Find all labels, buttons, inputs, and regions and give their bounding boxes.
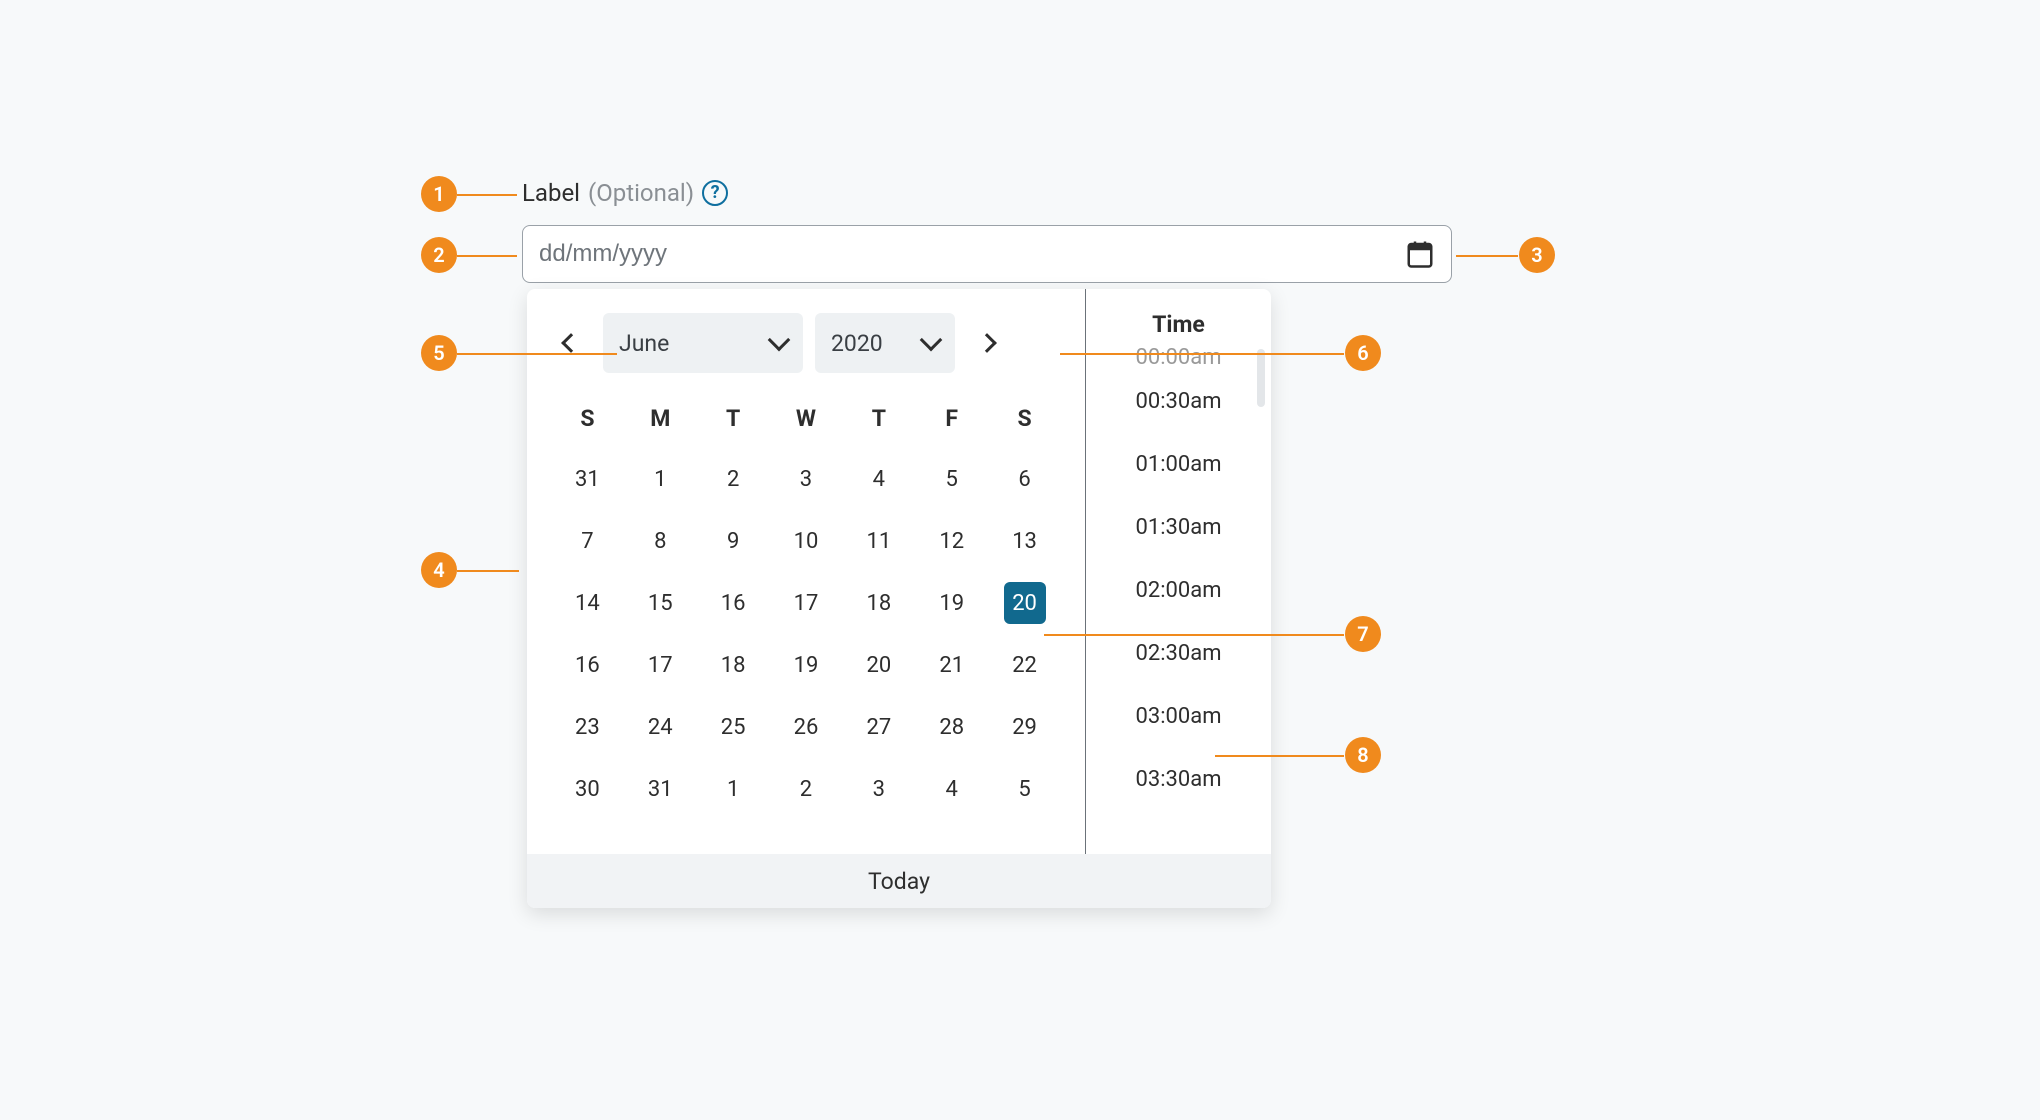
field-optional: (Optional) bbox=[588, 179, 694, 207]
chevron-down-icon bbox=[768, 329, 791, 352]
time-header: Time bbox=[1152, 311, 1205, 338]
day-cell[interactable]: 14 bbox=[551, 572, 624, 634]
day-cell[interactable]: 18 bbox=[697, 634, 770, 696]
day-cell[interactable]: 3 bbox=[770, 448, 843, 510]
annotation-line bbox=[457, 194, 517, 196]
chevron-left-icon bbox=[561, 333, 581, 353]
day-cell[interactable]: 31 bbox=[624, 758, 697, 820]
day-cell[interactable]: 17 bbox=[624, 634, 697, 696]
month-select[interactable]: June bbox=[603, 313, 803, 373]
calendar-icon[interactable] bbox=[1405, 239, 1435, 269]
annotation-badge-1: 1 bbox=[421, 176, 457, 212]
year-select[interactable]: 2020 bbox=[815, 313, 955, 373]
annotation-badge-5: 5 bbox=[421, 335, 457, 371]
annotation-line bbox=[1456, 255, 1518, 257]
day-cell[interactable]: 24 bbox=[624, 696, 697, 758]
year-select-value: 2020 bbox=[831, 330, 883, 357]
date-input[interactable] bbox=[539, 240, 1405, 268]
annotation-line bbox=[1060, 353, 1344, 355]
day-cell[interactable]: 9 bbox=[697, 510, 770, 572]
day-cell[interactable]: 15 bbox=[624, 572, 697, 634]
annotation-line bbox=[457, 570, 519, 572]
month-select-value: June bbox=[619, 330, 669, 357]
time-option[interactable]: 03:30am bbox=[1086, 748, 1271, 811]
day-cell[interactable]: 23 bbox=[551, 696, 624, 758]
day-cell[interactable]: 19 bbox=[770, 634, 843, 696]
next-month-button[interactable] bbox=[967, 323, 1007, 363]
day-cell[interactable]: 29 bbox=[988, 696, 1061, 758]
day-cell[interactable]: 16 bbox=[551, 634, 624, 696]
day-cell[interactable]: 1 bbox=[624, 448, 697, 510]
day-cell[interactable]: 18 bbox=[842, 572, 915, 634]
calendar-grid: SMTWTFS311234567891011121314151617181920… bbox=[551, 395, 1061, 820]
day-cell[interactable]: 31 bbox=[551, 448, 624, 510]
day-cell[interactable]: 5 bbox=[988, 758, 1061, 820]
time-option[interactable]: 02:30am bbox=[1086, 622, 1271, 685]
day-header: M bbox=[624, 395, 697, 448]
time-option[interactable]: 00:00am bbox=[1086, 344, 1271, 370]
help-icon[interactable]: ? bbox=[702, 180, 728, 206]
annotation-line bbox=[457, 353, 617, 355]
day-cell[interactable]: 1 bbox=[697, 758, 770, 820]
day-cell[interactable]: 6 bbox=[988, 448, 1061, 510]
day-cell[interactable]: 20 bbox=[842, 634, 915, 696]
day-cell[interactable]: 17 bbox=[770, 572, 843, 634]
day-cell[interactable]: 10 bbox=[770, 510, 843, 572]
annotation-badge-7: 7 bbox=[1345, 616, 1381, 652]
day-cell[interactable]: 12 bbox=[915, 510, 988, 572]
day-cell[interactable]: 19 bbox=[915, 572, 988, 634]
day-cell[interactable]: 13 bbox=[988, 510, 1061, 572]
annotation-badge-3: 3 bbox=[1519, 237, 1555, 273]
time-option[interactable]: 01:30am bbox=[1086, 496, 1271, 559]
day-cell[interactable]: 26 bbox=[770, 696, 843, 758]
annotation-badge-2: 2 bbox=[421, 237, 457, 273]
day-cell[interactable]: 30 bbox=[551, 758, 624, 820]
day-header: W bbox=[770, 395, 843, 448]
calendar-panel: June 2020 SMTWTFS31123456789101112131415… bbox=[527, 289, 1085, 854]
prev-month-button[interactable] bbox=[551, 323, 591, 363]
day-cell[interactable]: 2 bbox=[697, 448, 770, 510]
annotation-badge-8: 8 bbox=[1345, 737, 1381, 773]
time-list: 00:00am00:30am01:00am01:30am02:00am02:30… bbox=[1086, 344, 1271, 811]
annotation-badge-6: 6 bbox=[1345, 335, 1381, 371]
day-cell[interactable]: 7 bbox=[551, 510, 624, 572]
day-cell[interactable]: 11 bbox=[842, 510, 915, 572]
day-header: F bbox=[915, 395, 988, 448]
day-cell[interactable]: 20 bbox=[988, 572, 1061, 634]
day-header: T bbox=[842, 395, 915, 448]
date-input-wrap[interactable] bbox=[522, 225, 1452, 283]
annotation-badge-4: 4 bbox=[421, 552, 457, 588]
day-cell[interactable]: 5 bbox=[915, 448, 988, 510]
day-cell[interactable]: 22 bbox=[988, 634, 1061, 696]
time-option[interactable]: 02:00am bbox=[1086, 559, 1271, 622]
datepicker-dropdown: June 2020 SMTWTFS31123456789101112131415… bbox=[527, 289, 1271, 908]
day-cell[interactable]: 28 bbox=[915, 696, 988, 758]
day-header: T bbox=[697, 395, 770, 448]
day-cell[interactable]: 25 bbox=[697, 696, 770, 758]
time-option[interactable]: 03:00am bbox=[1086, 685, 1271, 748]
day-header: S bbox=[988, 395, 1061, 448]
annotation-line bbox=[1044, 634, 1344, 636]
day-cell[interactable]: 3 bbox=[842, 758, 915, 820]
day-cell[interactable]: 21 bbox=[915, 634, 988, 696]
field-label: Label bbox=[522, 179, 580, 207]
chevron-right-icon bbox=[977, 333, 997, 353]
day-cell[interactable]: 27 bbox=[842, 696, 915, 758]
time-panel: Time 00:00am00:30am01:00am01:30am02:00am… bbox=[1085, 289, 1271, 854]
chevron-down-icon bbox=[920, 329, 943, 352]
annotation-line bbox=[457, 255, 517, 257]
field-label-row: Label (Optional) ? bbox=[522, 179, 728, 207]
day-cell[interactable]: 16 bbox=[697, 572, 770, 634]
day-cell[interactable]: 2 bbox=[770, 758, 843, 820]
time-option[interactable]: 00:30am bbox=[1086, 370, 1271, 433]
today-button[interactable]: Today bbox=[527, 854, 1271, 908]
annotation-line bbox=[1215, 755, 1344, 757]
day-cell[interactable]: 4 bbox=[842, 448, 915, 510]
day-cell[interactable]: 8 bbox=[624, 510, 697, 572]
day-header: S bbox=[551, 395, 624, 448]
day-cell[interactable]: 4 bbox=[915, 758, 988, 820]
time-option[interactable]: 01:00am bbox=[1086, 433, 1271, 496]
